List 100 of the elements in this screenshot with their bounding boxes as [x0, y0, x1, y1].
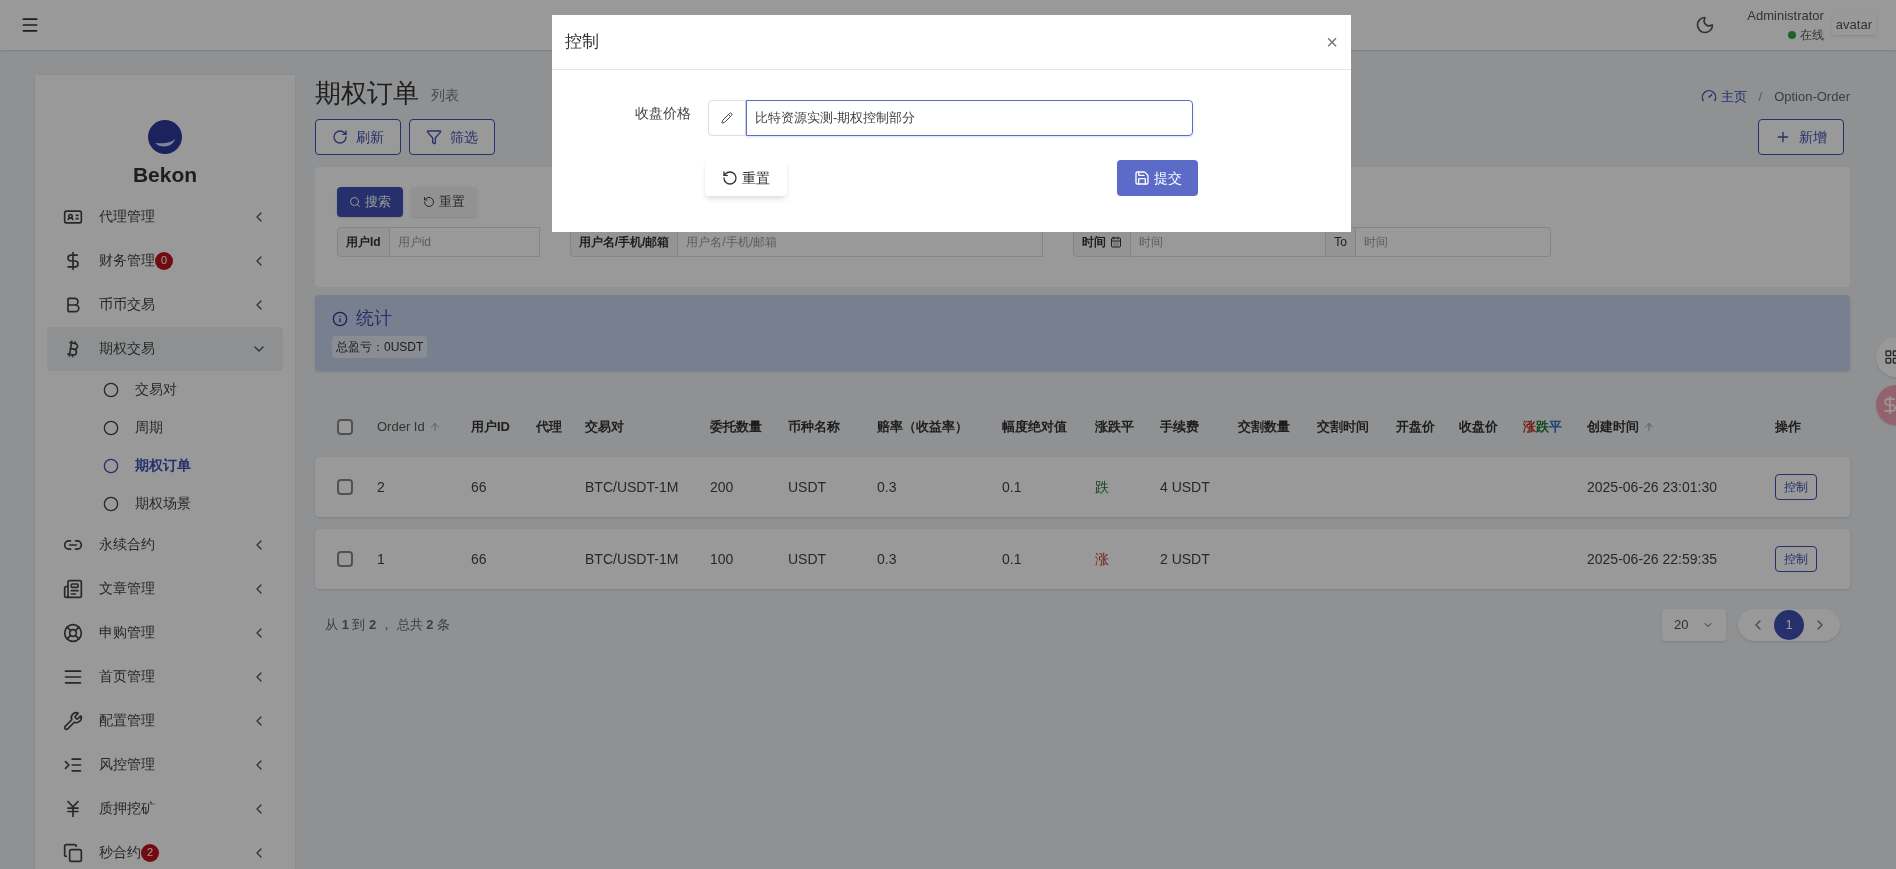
- refresh-button[interactable]: 刷新: [315, 119, 401, 155]
- submenu-item[interactable]: 交易对: [47, 370, 283, 409]
- column-header: 幅度绝对值: [1002, 418, 1067, 437]
- table-cell-text: 200: [710, 477, 735, 497]
- dashboard-icon: [1700, 88, 1717, 104]
- close-button[interactable]: ×: [1326, 32, 1338, 52]
- column-header: 用户ID: [471, 418, 510, 437]
- table-cell-text: BTC/USDT-1M: [585, 549, 680, 569]
- reset-icon: [423, 196, 435, 208]
- sidebar-item[interactable]: 文章管理: [47, 566, 283, 611]
- user-status: 在线: [1799, 26, 1824, 44]
- table-cell-text: 0.1: [1002, 477, 1023, 497]
- column-header: 交易对: [585, 418, 624, 437]
- breadcrumb-link[interactable]: 主页: [1720, 86, 1747, 106]
- checkbox[interactable]: [337, 479, 353, 495]
- sidebar-item[interactable]: 期权交易: [47, 326, 283, 371]
- sidebar-item[interactable]: 财务管理 0: [47, 238, 283, 283]
- sort-icon[interactable]: [428, 421, 441, 433]
- plus-icon: [1775, 129, 1791, 145]
- control-button[interactable]: 控制: [1775, 474, 1817, 500]
- control-button[interactable]: 控制: [1775, 546, 1817, 572]
- column-header: 代理: [536, 418, 562, 437]
- pagination-summary: 从 1 到 2 ， 总共 2 条: [325, 616, 451, 635]
- sidebar-item[interactable]: 币币交易: [47, 282, 283, 327]
- column-header[interactable]: Order Id: [377, 417, 425, 437]
- checkbox[interactable]: [337, 551, 353, 567]
- sidebar-item[interactable]: 首页管理: [47, 654, 283, 699]
- pencil-icon: [721, 112, 733, 124]
- sort-icon[interactable]: [1643, 421, 1655, 433]
- lifebuoy-icon: [63, 622, 83, 643]
- column-header: 交割时间: [1317, 418, 1369, 437]
- column-header: 赔率（收益率）: [877, 418, 968, 437]
- search-icon: [349, 196, 361, 208]
- table-cell-text: 2: [377, 477, 386, 497]
- reset-icon: [722, 170, 738, 186]
- table-cell-text: 0.3: [877, 549, 898, 569]
- breadcrumb-separator: /: [1758, 87, 1763, 106]
- count-badge: 0: [155, 251, 173, 270]
- total-profit-tag: 总盈亏：0USDT: [332, 336, 428, 358]
- circle-icon: [103, 457, 119, 474]
- table-cell-text: 2 USDT: [1160, 549, 1211, 569]
- reset-button[interactable]: 重置: [705, 160, 787, 196]
- field-label: 用户Id: [337, 227, 390, 257]
- submenu-item[interactable]: 周期: [47, 408, 283, 447]
- column-header: 手续费: [1160, 418, 1199, 437]
- column-header[interactable]: 创建时间: [1587, 417, 1639, 437]
- table-cell-text: 66: [471, 477, 488, 497]
- sidebar-item[interactable]: 申购管理: [47, 610, 283, 655]
- table-cell-text: 2025-06-26 23:01:30: [1587, 477, 1718, 497]
- reset-button[interactable]: 重置: [411, 187, 477, 217]
- refresh-icon: [332, 129, 348, 145]
- breadcrumb-current: Option-Order: [1774, 87, 1850, 106]
- save-icon: [1133, 170, 1150, 186]
- sidebar-item[interactable]: 配置管理: [47, 698, 283, 743]
- menu-icon[interactable]: [20, 15, 40, 35]
- page-title: 期权订单: [315, 80, 419, 106]
- header-part: 跌: [1536, 418, 1549, 437]
- calendar-icon: [1110, 236, 1123, 248]
- search-button[interactable]: 搜索: [337, 187, 403, 217]
- submenu-item[interactable]: 期权订单: [47, 446, 283, 485]
- table-cell-text: USDT: [788, 477, 828, 497]
- filter-icon: [426, 129, 442, 145]
- page-button[interactable]: 1: [1774, 610, 1804, 640]
- table-cell-text: 4 USDT: [1160, 477, 1211, 497]
- avatar-image[interactable]: avatar: [1831, 15, 1876, 35]
- sidebar-item[interactable]: 质押挖矿: [47, 786, 283, 831]
- submenu-item[interactable]: 期权场景: [47, 484, 283, 523]
- count-badge: 2: [141, 843, 159, 862]
- filter-field[interactable]: 用户id: [389, 227, 540, 257]
- info-icon: [332, 310, 348, 327]
- column-header: 涨跌平: [1095, 418, 1134, 437]
- submit-button[interactable]: 提交: [1117, 160, 1198, 196]
- sidebar-item[interactable]: 代理管理: [47, 194, 283, 239]
- table-cell-text: 100: [710, 549, 735, 569]
- table-cell-text: 1: [377, 549, 386, 569]
- grid-icon: [1884, 349, 1896, 365]
- page-size-select[interactable]: 20: [1662, 609, 1726, 641]
- close-price-field[interactable]: 比特资源实测-期权控制部分: [746, 100, 1193, 136]
- stats-title: 统计: [356, 307, 392, 330]
- table-cell-text: 0.1: [1002, 549, 1023, 569]
- newspaper-icon: [63, 578, 83, 599]
- sidebar-item[interactable]: 风控管理: [47, 742, 283, 787]
- add-button[interactable]: 新增: [1758, 119, 1844, 155]
- header-part: 平: [1549, 418, 1562, 437]
- column-header: 开盘价: [1396, 418, 1435, 437]
- table-cell-text: 涨: [1095, 549, 1110, 569]
- field-label: 收盘价格: [634, 104, 691, 123]
- header-part: 涨: [1523, 418, 1536, 437]
- wrench-icon: [63, 710, 83, 731]
- table-cell-text: 跌: [1095, 477, 1110, 497]
- circle-icon: [103, 495, 119, 512]
- column-header: 币种名称: [788, 418, 840, 437]
- sidebar-item[interactable]: 永续合约: [47, 522, 283, 567]
- filter-field[interactable]: 时间: [1356, 227, 1552, 257]
- dark-mode-icon[interactable]: [1695, 15, 1716, 35]
- logo-icon: [147, 119, 183, 155]
- sidebar-item[interactable]: 秒合约 2: [47, 830, 283, 869]
- filter-button[interactable]: 筛选: [409, 119, 495, 155]
- checkbox[interactable]: [337, 419, 353, 435]
- column-header: 操作: [1775, 418, 1801, 437]
